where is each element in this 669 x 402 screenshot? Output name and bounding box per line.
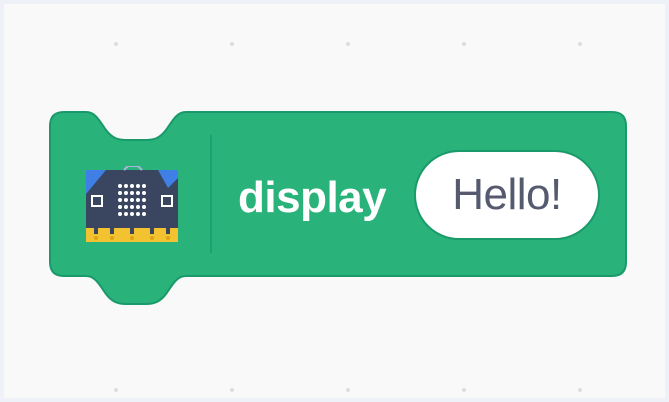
code-workspace[interactable]: display Hello! [0,0,669,402]
text-input-value[interactable]: Hello! [452,169,562,221]
text-input-field[interactable]: Hello! [414,150,600,240]
block-label: display [238,173,387,222]
block-divider [210,135,212,253]
microbit-icon [84,165,180,246]
display-block[interactable]: display Hello! [0,0,669,402]
